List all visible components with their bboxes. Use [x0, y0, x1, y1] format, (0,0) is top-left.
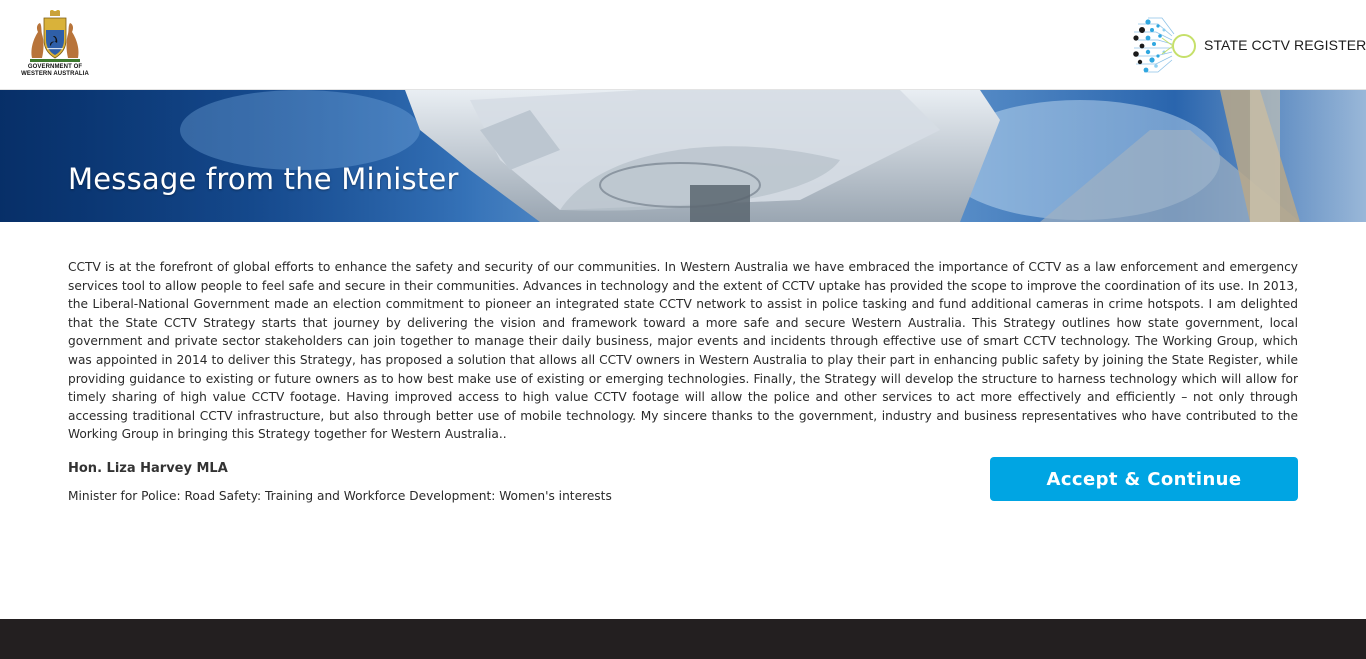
- signatory-name: Hon. Liza Harvey MLA: [68, 461, 228, 476]
- government-logo[interactable]: GOVERNMENT OF WESTERN AUSTRALIA: [18, 10, 92, 80]
- minister-message: CCTV is at the forefront of global effor…: [68, 260, 1298, 442]
- gov-logo-line2: WESTERN AUSTRALIA: [21, 71, 89, 77]
- government-logo-text: GOVERNMENT OF WESTERN AUSTRALIA: [18, 64, 92, 78]
- accept-continue-button[interactable]: Accept & Continue: [990, 457, 1298, 501]
- page-footer: [0, 619, 1366, 659]
- cctv-camera-photo: [0, 90, 1366, 222]
- state-cctv-register-logo[interactable]: STATE CCTV REGISTER: [1128, 16, 1366, 76]
- site-title: STATE CCTV REGISTER: [1204, 37, 1366, 53]
- gov-logo-line1: GOVERNMENT OF: [27, 64, 83, 70]
- hero-banner: Message from the Minister: [0, 90, 1366, 222]
- site-header: GOVERNMENT OF WESTERN AUSTRALIA STATE CC…: [0, 0, 1366, 90]
- signatory-role: Minister for Police: Road Safety: Traini…: [68, 489, 612, 503]
- wa-coat-of-arms-icon: [30, 10, 80, 62]
- cctv-network-icon: [1133, 17, 1196, 73]
- page-title: Message from the Minister: [68, 162, 459, 196]
